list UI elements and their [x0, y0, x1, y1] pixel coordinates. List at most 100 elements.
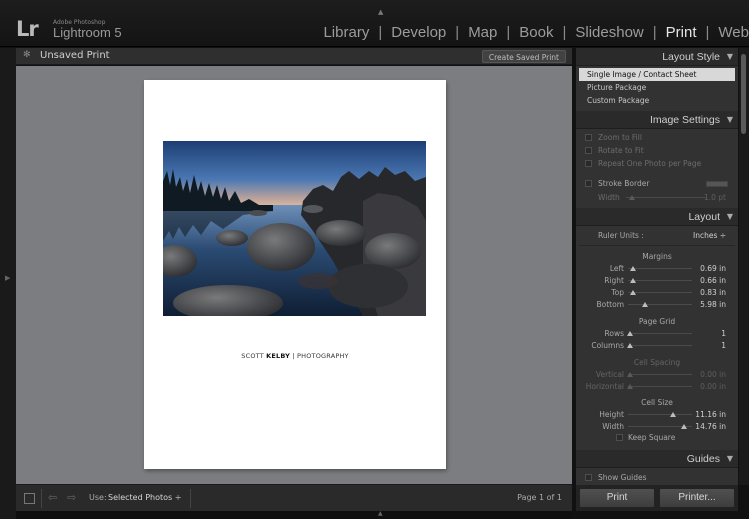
height-value[interactable]: 11.16 in	[694, 410, 726, 419]
layout-header[interactable]: Layout ▼	[576, 208, 738, 226]
height-slider-thumb[interactable]	[670, 412, 677, 417]
use-label: Use:	[89, 493, 107, 502]
page-caption: SCOTT KELBY | PHOTOGRAPHY	[144, 352, 446, 360]
layout-style-header[interactable]: Layout Style ▼	[576, 48, 738, 66]
left-value[interactable]: 0.69 in	[694, 264, 726, 273]
section-divider	[579, 245, 735, 246]
print-photo[interactable]	[163, 141, 426, 316]
horizontal-value[interactable]: 0.00 in	[694, 382, 726, 391]
vertical-value[interactable]: 0.00 in	[694, 370, 726, 379]
top-slider[interactable]	[628, 292, 692, 293]
height-slider[interactable]	[628, 414, 692, 415]
vertical-label: Vertical	[595, 370, 624, 379]
columns-value[interactable]: 1	[694, 341, 726, 350]
image-settings-header[interactable]: Image Settings ▼	[576, 111, 738, 129]
module-slideshow[interactable]: Slideshow	[575, 24, 643, 41]
chevron-down-icon[interactable]: ▼	[727, 212, 733, 221]
show-guides-checkbox[interactable]	[585, 474, 592, 481]
width-value[interactable]: 14.76 in	[694, 422, 726, 431]
horizontal-slider-thumb[interactable]	[627, 384, 633, 389]
vertical-slider-thumb[interactable]	[627, 372, 633, 377]
module-print[interactable]: Print	[666, 24, 697, 41]
repeat-one-photo-checkbox[interactable]	[585, 160, 592, 167]
stroke-color-swatch[interactable]	[706, 181, 728, 187]
expand-filmstrip-icon[interactable]: ▲	[378, 510, 383, 517]
guides-header[interactable]: Guides ▼	[576, 450, 738, 468]
layout-title: Layout	[688, 211, 720, 223]
stroke-width-slider-thumb[interactable]	[629, 195, 635, 200]
bottom-slider-thumb[interactable]	[642, 302, 648, 307]
horizontal-slider[interactable]	[628, 386, 692, 387]
chevron-down-icon[interactable]: ▼	[727, 115, 733, 124]
ruler-units-select[interactable]: Inches ÷	[693, 231, 726, 240]
top-label: Top	[611, 288, 624, 297]
layout-style-picture-package[interactable]: Picture Package	[579, 81, 735, 94]
right-panel-scrollbar[interactable]	[739, 48, 749, 485]
module-library[interactable]: Library	[323, 24, 369, 41]
module-web[interactable]: Web	[718, 24, 749, 41]
chevron-down-icon[interactable]: ▼	[727, 454, 733, 463]
module-book[interactable]: Book	[519, 24, 553, 41]
margins-heading: Margins	[642, 252, 672, 261]
module-map[interactable]: Map	[468, 24, 497, 41]
use-select[interactable]: Selected Photos ÷	[108, 493, 181, 502]
expand-left-panel-icon[interactable]: ▶	[5, 274, 10, 282]
keep-square-label: Keep Square	[628, 433, 676, 442]
left-slider-thumb[interactable]	[630, 266, 636, 271]
bottom-toolbar: ⇦ ⇨ Use: Selected Photos ÷ Page 1 of 1	[16, 484, 572, 511]
zoom-to-fill-label: Zoom to Fill	[598, 133, 642, 142]
lightroom-logo-mark: Lr	[16, 17, 39, 41]
layout-style-custom-package[interactable]: Custom Package	[579, 94, 735, 107]
print-button[interactable]: Print	[579, 488, 655, 508]
print-canvas: SCOTT KELBY | PHOTOGRAPHY	[16, 66, 572, 484]
keep-square-checkbox[interactable]	[616, 434, 623, 441]
stroke-width-value[interactable]: 1.0 pt	[694, 193, 726, 202]
right-slider[interactable]	[628, 280, 692, 281]
rotate-to-fit-checkbox[interactable]	[585, 147, 592, 154]
width-slider-thumb[interactable]	[681, 424, 687, 429]
layout-style-title: Layout Style	[662, 51, 720, 63]
bottom-value[interactable]: 5.98 in	[694, 300, 726, 309]
scrollbar-thumb[interactable]	[741, 54, 746, 134]
print-page: SCOTT KELBY | PHOTOGRAPHY	[144, 80, 446, 469]
vertical-slider[interactable]	[628, 374, 692, 375]
right-label: Right	[604, 276, 624, 285]
gear-icon[interactable]: ✻	[23, 50, 31, 60]
columns-slider[interactable]	[628, 345, 692, 346]
left-label: Left	[609, 264, 624, 273]
image-settings-title: Image Settings	[649, 114, 720, 126]
repeat-one-photo-label: Repeat One Photo per Page	[598, 159, 702, 168]
rows-value[interactable]: 1	[694, 329, 726, 338]
caption-suffix: | PHOTOGRAPHY	[290, 352, 349, 360]
page-view-icon[interactable]	[24, 493, 35, 504]
chevron-down-icon[interactable]: ▼	[727, 52, 733, 61]
previous-page-icon[interactable]: ⇦	[48, 491, 57, 504]
left-slider[interactable]	[628, 268, 692, 269]
stroke-width-label: Width	[598, 193, 620, 202]
rows-slider-thumb[interactable]	[627, 331, 633, 336]
rows-slider[interactable]	[628, 333, 692, 334]
right-slider-thumb[interactable]	[630, 278, 636, 283]
module-separator: |	[652, 24, 657, 41]
zoom-to-fill-checkbox[interactable]	[585, 134, 592, 141]
module-separator: |	[562, 24, 567, 41]
toolbar-divider	[41, 489, 42, 508]
module-separator: |	[705, 24, 710, 41]
create-saved-print-button[interactable]: Create Saved Print	[481, 50, 566, 63]
width-label: Width	[602, 422, 624, 431]
top-value[interactable]: 0.83 in	[694, 288, 726, 297]
right-panel: Layout Style ▼ Single Image / Contact Sh…	[576, 48, 738, 485]
right-value[interactable]: 0.66 in	[694, 276, 726, 285]
cell-size-heading: Cell Size	[641, 398, 673, 407]
top-slider-thumb[interactable]	[630, 290, 636, 295]
printer-button[interactable]: Printer...	[659, 488, 735, 508]
collapse-top-panel-icon[interactable]: ▲	[378, 8, 383, 16]
filmstrip-edge: ▲	[16, 510, 572, 519]
next-page-icon[interactable]: ⇨	[67, 491, 76, 504]
bottom-slider[interactable]	[628, 304, 692, 305]
stroke-border-checkbox[interactable]	[585, 180, 592, 187]
bottom-label: Bottom	[596, 300, 624, 309]
module-develop[interactable]: Develop	[391, 24, 446, 41]
layout-style-single-image[interactable]: Single Image / Contact Sheet	[579, 68, 735, 81]
columns-slider-thumb[interactable]	[627, 343, 633, 348]
